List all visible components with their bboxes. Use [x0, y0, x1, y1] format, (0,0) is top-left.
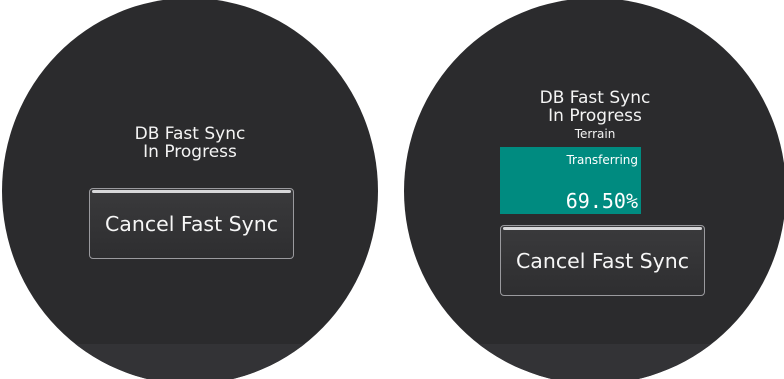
cancel-fast-sync-label: Cancel Fast Sync — [104, 211, 279, 236]
left-display-screen: DB Fast Sync In Progress Cancel Fast Syn… — [2, 0, 378, 379]
bottom-band — [404, 344, 784, 379]
button-highlight-edge — [92, 190, 291, 193]
transfer-percent-value: 69.50% — [565, 189, 638, 213]
button-highlight-edge — [503, 227, 702, 230]
sync-status-line1: DB Fast Sync — [134, 124, 246, 144]
cancel-fast-sync-label: Cancel Fast Sync — [515, 248, 690, 273]
cancel-fast-sync-button[interactable]: Cancel Fast Sync — [89, 188, 294, 259]
sync-status-title: DB Fast Sync In Progress — [404, 89, 784, 125]
transfer-status-label: Transferring — [566, 153, 638, 167]
sync-status-line1: DB Fast Sync — [539, 88, 651, 108]
bottom-band — [2, 344, 378, 379]
database-name: Terrain — [574, 127, 616, 141]
sync-status-line2: In Progress — [548, 106, 642, 126]
cancel-fast-sync-button[interactable]: Cancel Fast Sync — [500, 225, 705, 296]
sync-status-line2: In Progress — [143, 142, 237, 162]
right-display-screen: DB Fast Sync In Progress Terrain Transfe… — [404, 0, 784, 379]
transfer-progress-box: Transferring 69.50% — [500, 147, 641, 214]
stage: DB Fast Sync In Progress Cancel Fast Syn… — [0, 0, 784, 379]
sync-status-title: DB Fast Sync In Progress — [2, 125, 378, 161]
